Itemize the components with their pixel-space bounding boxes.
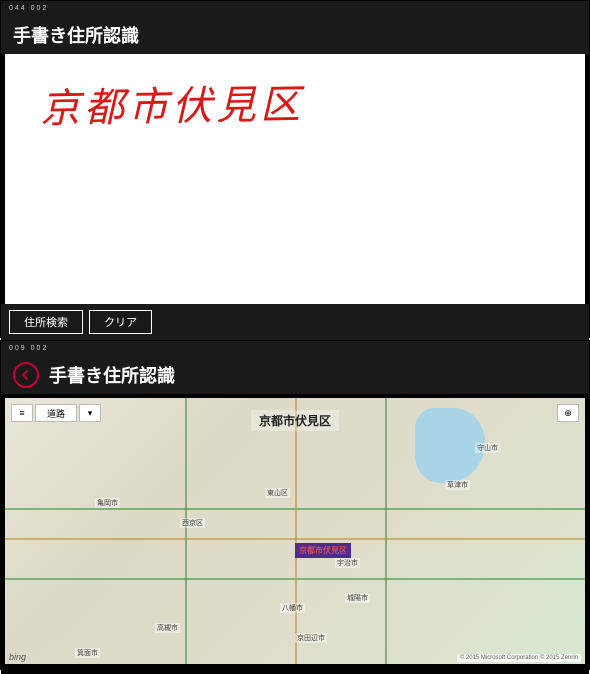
app-title-top: 手書き住所認識 — [13, 22, 139, 48]
handwritten-stroke-text: 京都市伏見区 — [40, 72, 305, 135]
map-result-pin[interactable]: 京都市伏見区 — [295, 543, 351, 558]
place-label: 守山市 — [475, 443, 500, 453]
place-label: 京田辺市 — [295, 633, 327, 643]
map-view-dropdown[interactable]: ▾ — [79, 404, 101, 422]
map-controls-right: ⊕ — [557, 404, 579, 422]
place-label: 草津市 — [445, 480, 470, 490]
place-label: 宇治市 — [335, 558, 360, 568]
place-label: 城陽市 — [345, 593, 370, 603]
map-container: 京都市伏見区 ≡ 道路 ▾ ⊕ 京都市伏見区 東山区 西京区 宇治市 草津市 守… — [1, 394, 589, 674]
map-locate-button[interactable]: ⊕ — [557, 404, 579, 422]
window-titlebar-bottom: 009 002 — [1, 341, 589, 356]
map-result-window: 009 002 手書き住所認識 京都市伏見区 ≡ 道路 ▾ — [0, 340, 590, 670]
app-header-top: 手書き住所認識 — [1, 16, 589, 54]
back-button[interactable] — [13, 362, 39, 388]
place-label: 八幡市 — [280, 603, 305, 613]
map-view-road-button[interactable]: 道路 — [35, 404, 77, 422]
back-arrow-icon — [19, 368, 33, 382]
place-label: 東山区 — [265, 488, 290, 498]
app-title-bottom: 手書き住所認識 — [49, 362, 175, 388]
place-label: 高槻市 — [155, 623, 180, 633]
map-menu-button[interactable]: ≡ — [11, 404, 33, 422]
place-label: 西京区 — [180, 518, 205, 528]
app-header-bottom: 手書き住所認識 — [1, 356, 589, 394]
map-controls-left: ≡ 道路 ▾ — [11, 404, 101, 422]
frame-counter-bottom: 009 002 — [9, 345, 48, 352]
handwriting-input-window: 044 002 手書き住所認識 京都市伏見区 住所検索 クリア — [0, 0, 590, 338]
road-network — [5, 398, 585, 664]
map-location-title: 京都市伏見区 — [251, 410, 339, 431]
place-label: 箕面市 — [75, 648, 100, 658]
map-viewport[interactable]: 京都市伏見区 ≡ 道路 ▾ ⊕ 京都市伏見区 東山区 西京区 宇治市 草津市 守… — [5, 398, 585, 664]
search-address-button[interactable]: 住所検索 — [9, 310, 83, 334]
window-titlebar-top: 044 002 — [1, 1, 589, 16]
clear-button[interactable]: クリア — [89, 310, 152, 334]
handwriting-canvas[interactable]: 京都市伏見区 — [5, 54, 585, 304]
action-button-bar: 住所検索 クリア — [1, 304, 589, 340]
map-attribution: © 2015 Microsoft Corporation © 2015 Zenr… — [457, 654, 581, 662]
frame-counter-top: 044 002 — [9, 5, 48, 12]
place-label: 亀岡市 — [95, 498, 120, 508]
map-provider-logo: bing — [9, 652, 26, 662]
